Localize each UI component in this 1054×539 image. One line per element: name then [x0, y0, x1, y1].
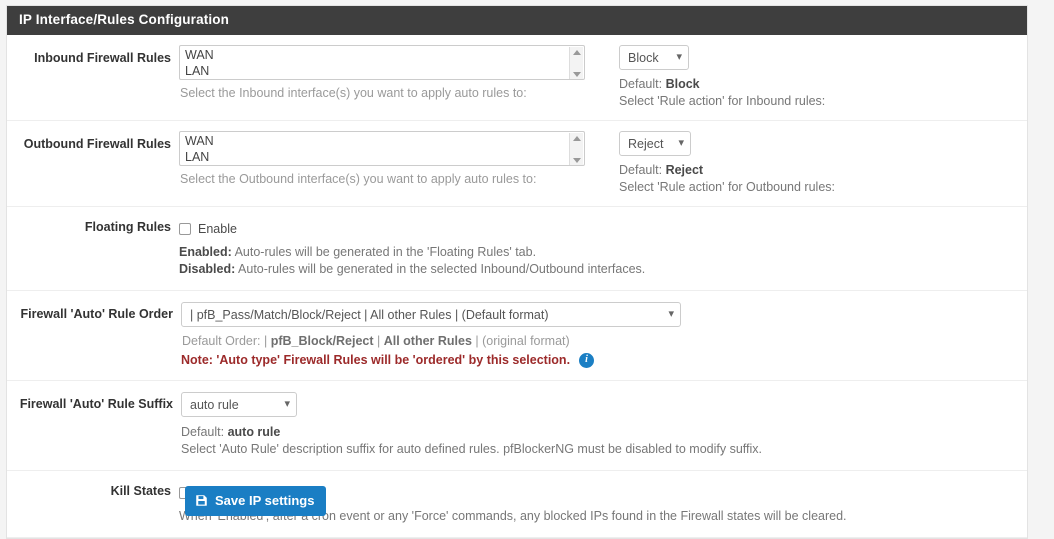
fields-rule-order: | pfB_Pass/Match/Block/Reject | All othe…: [181, 302, 1027, 369]
label-outbound-firewall-rules: Outbound Firewall Rules: [7, 131, 179, 152]
scroll-up-arrow-icon[interactable]: [573, 50, 581, 55]
fields-outbound: WAN LAN Select the Outbound interface(s)…: [179, 131, 1027, 196]
scroll-down-arrow-icon[interactable]: [573, 158, 581, 163]
rule-order-default-mid: |: [374, 334, 384, 348]
floating-rules-disabled-help: Disabled: Auto-rules will be generated i…: [179, 261, 1027, 278]
inbound-option-wan[interactable]: WAN: [185, 47, 584, 63]
row-inbound-firewall-rules: Inbound Firewall Rules WAN LAN Select th…: [7, 35, 1027, 121]
floating-disabled-key: Disabled:: [179, 262, 235, 276]
inbound-help-text: Select the Inbound interface(s) you want…: [179, 85, 611, 102]
inbound-default-line: Default: Block: [619, 76, 1027, 93]
row-firewall-auto-rule-order: Firewall 'Auto' Rule Order | pfB_Pass/Ma…: [7, 291, 1027, 381]
chevron-down-icon: ▾: [284, 399, 290, 410]
chevron-down-icon: ▾: [668, 309, 674, 320]
label-firewall-auto-rule-suffix: Firewall 'Auto' Rule Suffix: [7, 392, 181, 412]
inbound-rule-action-select[interactable]: Block ▾: [619, 45, 689, 70]
inbound-default-value: Block: [666, 77, 700, 91]
inbound-left-column: WAN LAN Select the Inbound interface(s) …: [179, 45, 611, 102]
inbound-default-prefix: Default:: [619, 77, 666, 91]
floating-rules-enable-checkbox-wrap[interactable]: Enable: [179, 220, 1027, 238]
rule-suffix-help: Select 'Auto Rule' description suffix fo…: [181, 441, 1027, 458]
outbound-interface-multiselect[interactable]: WAN LAN: [179, 131, 585, 166]
save-ip-settings-label: Save IP settings: [215, 493, 314, 508]
inbound-right-column: Block ▾ Default: Block Select 'Rule acti…: [611, 45, 1027, 110]
scroll-down-arrow-icon[interactable]: [573, 72, 581, 77]
floating-rules-enable-label: Enable: [198, 222, 237, 236]
outbound-option-wan[interactable]: WAN: [185, 133, 584, 149]
floating-rules-enabled-help: Enabled: Auto-rules will be generated in…: [179, 244, 1027, 261]
rule-suffix-default-prefix: Default:: [181, 425, 228, 439]
floating-disabled-text: Auto-rules will be generated in the sele…: [235, 262, 645, 276]
fields-floating: Enable Enabled: Auto-rules will be gener…: [179, 218, 1027, 278]
save-floppy-icon: [195, 494, 208, 507]
outbound-rule-action-value: Reject: [628, 137, 663, 151]
save-ip-settings-button[interactable]: Save IP settings: [185, 486, 326, 516]
scroll-up-arrow-icon[interactable]: [573, 136, 581, 141]
outbound-rule-action-select[interactable]: Reject ▾: [619, 131, 691, 156]
outbound-option-lan[interactable]: LAN: [185, 149, 584, 165]
outbound-default-value: Reject: [666, 163, 704, 177]
rule-order-default-prefix: Default Order: |: [182, 334, 271, 348]
rule-suffix-default-value: auto rule: [228, 425, 281, 439]
chevron-down-icon: ▾: [678, 138, 684, 149]
floating-rules-enable-checkbox[interactable]: [179, 223, 191, 235]
outbound-help-text: Select the Outbound interface(s) you wan…: [179, 171, 611, 188]
outbound-multiselect-scrollbar[interactable]: [569, 133, 583, 166]
firewall-auto-rule-order-select[interactable]: | pfB_Pass/Match/Block/Reject | All othe…: [181, 302, 681, 327]
rule-order-default-bold-1: pfB_Block/Reject: [271, 334, 374, 348]
rule-order-default-line: Default Order: | pfB_Block/Reject | All …: [181, 333, 1027, 350]
panel-body: Inbound Firewall Rules WAN LAN Select th…: [7, 35, 1027, 538]
label-inbound-firewall-rules: Inbound Firewall Rules: [7, 45, 179, 66]
panel-title: IP Interface/Rules Configuration: [7, 6, 1027, 35]
row-floating-rules: Floating Rules Enable Enabled: Auto-rule…: [7, 207, 1027, 291]
inbound-rule-action-value: Block: [628, 51, 659, 65]
rule-order-note-row: Note: 'Auto type' Firewall Rules will be…: [181, 351, 1027, 369]
outbound-right-column: Reject ▾ Default: Reject Select 'Rule ac…: [611, 131, 1027, 196]
rule-suffix-selected-value: auto rule: [190, 398, 239, 412]
ip-interface-rules-panel: IP Interface/Rules Configuration Inbound…: [6, 5, 1028, 539]
row-outbound-firewall-rules: Outbound Firewall Rules WAN LAN Select t…: [7, 121, 1027, 207]
rule-order-selected-value: | pfB_Pass/Match/Block/Reject | All othe…: [190, 308, 549, 322]
inbound-option-lan[interactable]: LAN: [185, 63, 584, 79]
floating-enabled-text: Auto-rules will be generated in the 'Flo…: [232, 245, 536, 259]
outbound-action-help: Select 'Rule action' for Outbound rules:: [619, 179, 1027, 196]
outbound-left-column: WAN LAN Select the Outbound interface(s)…: [179, 131, 611, 188]
save-area: Save IP settings: [0, 486, 1054, 516]
rule-order-default-bold-2: All other Rules: [384, 334, 472, 348]
rule-order-note-text: Note: 'Auto type' Firewall Rules will be…: [181, 351, 570, 369]
label-floating-rules: Floating Rules: [7, 218, 179, 235]
info-icon[interactable]: i: [579, 353, 594, 368]
page-root: IP Interface/Rules Configuration Inbound…: [0, 0, 1054, 517]
inbound-interface-multiselect[interactable]: WAN LAN: [179, 45, 585, 80]
rule-suffix-default-line: Default: auto rule: [181, 424, 1027, 441]
outbound-default-prefix: Default:: [619, 163, 666, 177]
floating-enabled-key: Enabled:: [179, 245, 232, 259]
rule-order-default-suffix: | (original format): [472, 334, 570, 348]
inbound-action-help: Select 'Rule action' for Inbound rules:: [619, 93, 1027, 110]
firewall-auto-rule-suffix-select[interactable]: auto rule ▾: [181, 392, 297, 417]
fields-rule-suffix: auto rule ▾ Default: auto rule Select 'A…: [181, 392, 1027, 458]
label-firewall-auto-rule-order: Firewall 'Auto' Rule Order: [7, 302, 181, 322]
chevron-down-icon: ▾: [676, 52, 682, 63]
fields-inbound: WAN LAN Select the Inbound interface(s) …: [179, 45, 1027, 110]
inbound-multiselect-scrollbar[interactable]: [569, 47, 583, 80]
row-firewall-auto-rule-suffix: Firewall 'Auto' Rule Suffix auto rule ▾ …: [7, 381, 1027, 471]
outbound-default-line: Default: Reject: [619, 162, 1027, 179]
